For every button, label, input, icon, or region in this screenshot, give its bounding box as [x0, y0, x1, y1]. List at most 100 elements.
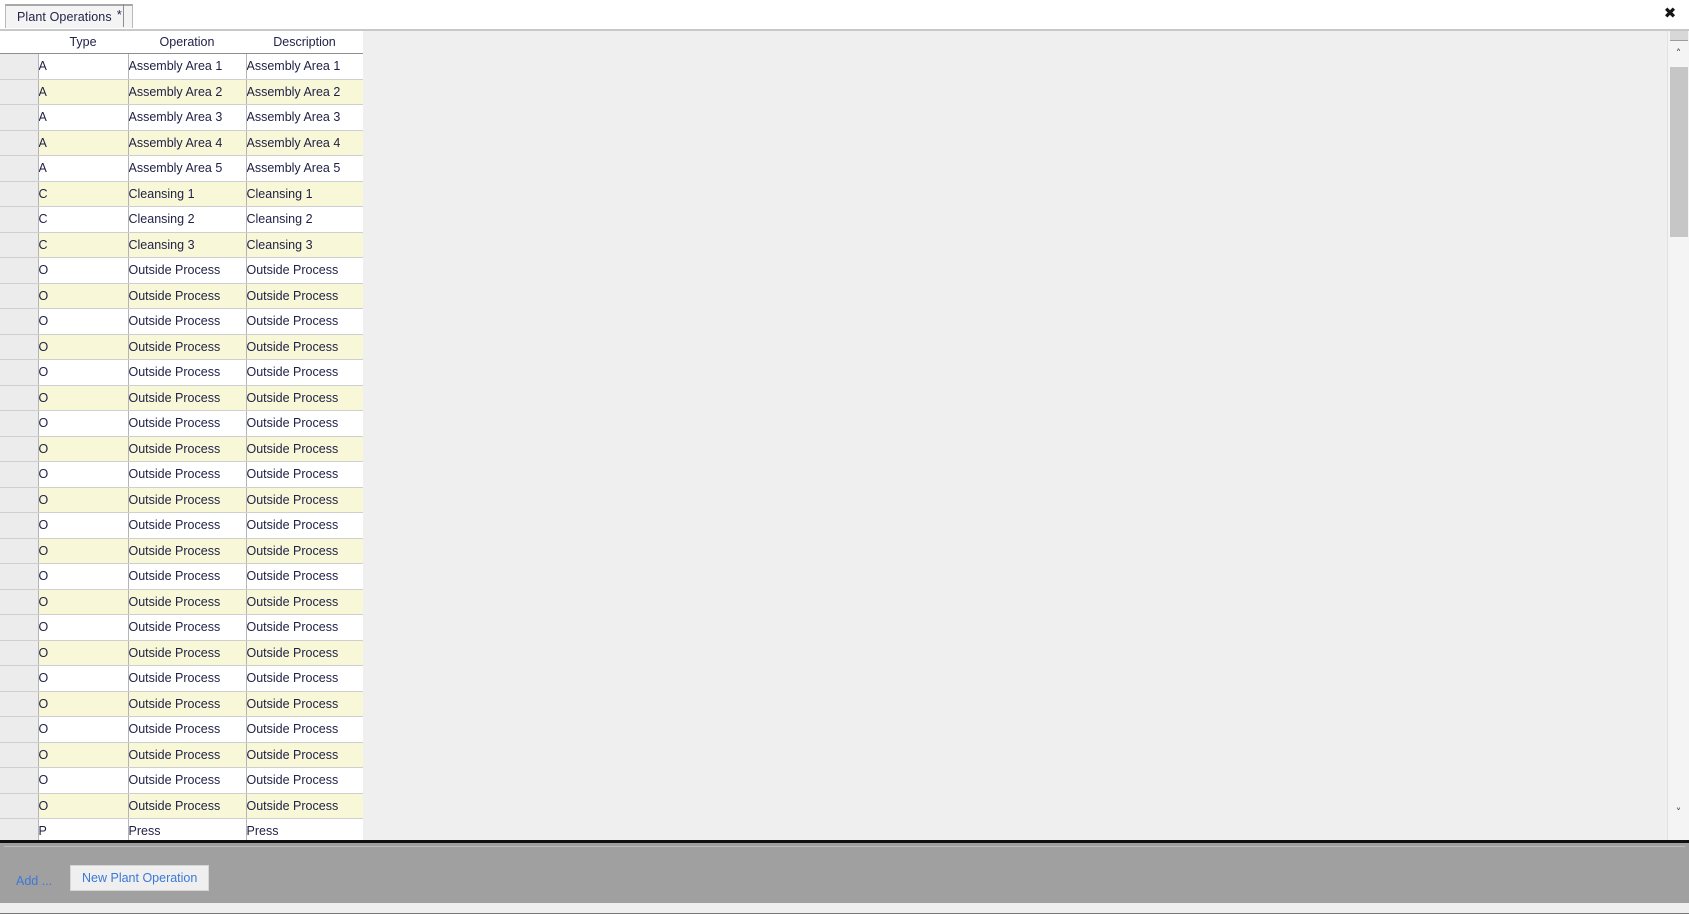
cell-operation[interactable]: Outside Process [128, 640, 247, 666]
row-selector-cell[interactable] [0, 691, 39, 717]
cell-description[interactable]: Outside Process [246, 512, 363, 539]
cell-description[interactable]: Outside Process [246, 308, 363, 335]
table-row[interactable]: O Outside Process Outside Process [0, 257, 363, 284]
row-selector-cell[interactable] [0, 334, 39, 360]
cell-description[interactable]: Outside Process [246, 665, 363, 692]
table-row[interactable]: O Outside Process Outside Process [0, 563, 363, 590]
cell-operation[interactable]: Outside Process [128, 716, 247, 743]
cell-description[interactable]: Cleansing 3 [246, 232, 363, 258]
cell-type[interactable]: C [38, 206, 129, 233]
cell-description[interactable]: Outside Process [246, 640, 363, 666]
cell-description[interactable]: Outside Process [246, 691, 363, 717]
row-selector-cell[interactable] [0, 512, 39, 539]
chevron-down-icon[interactable]: ˅ [1668, 802, 1689, 823]
row-selector-cell[interactable] [0, 410, 39, 437]
cell-type[interactable]: O [38, 793, 129, 819]
cell-operation[interactable]: Outside Process [128, 385, 247, 411]
row-selector-cell[interactable] [0, 487, 39, 513]
cell-description[interactable]: Outside Process [246, 461, 363, 488]
cell-type[interactable]: O [38, 691, 129, 717]
cell-operation[interactable]: Outside Process [128, 665, 247, 692]
table-row[interactable]: O Outside Process Outside Process [0, 436, 363, 462]
cell-operation[interactable]: Cleansing 2 [128, 206, 247, 233]
row-selector-cell[interactable] [0, 665, 39, 692]
cell-description[interactable]: Outside Process [246, 716, 363, 743]
cell-description[interactable]: Press [246, 818, 363, 840]
row-selector-cell[interactable] [0, 538, 39, 564]
row-selector-cell[interactable] [0, 818, 39, 840]
scrollbar-thumb[interactable] [1670, 67, 1688, 237]
row-selector-cell[interactable] [0, 155, 39, 182]
cell-type[interactable]: O [38, 614, 129, 641]
row-selector-cell[interactable] [0, 436, 39, 462]
row-selector-cell[interactable] [0, 742, 39, 768]
table-row[interactable]: O Outside Process Outside Process [0, 589, 363, 615]
cell-type[interactable]: A [38, 53, 129, 80]
table-row[interactable]: O Outside Process Outside Process [0, 359, 363, 386]
cell-operation[interactable]: Assembly Area 4 [128, 130, 247, 156]
cell-operation[interactable]: Outside Process [128, 487, 247, 513]
close-icon[interactable]: ✖ [1660, 3, 1680, 23]
row-selector-cell[interactable] [0, 563, 39, 590]
table-row[interactable]: O Outside Process Outside Process [0, 665, 363, 692]
cell-operation[interactable]: Outside Process [128, 538, 247, 564]
row-selector-cell[interactable] [0, 283, 39, 309]
table-row[interactable]: O Outside Process Outside Process [0, 691, 363, 717]
table-row[interactable]: O Outside Process Outside Process [0, 742, 363, 768]
cell-type[interactable]: A [38, 130, 129, 156]
cell-description[interactable]: Cleansing 2 [246, 206, 363, 233]
row-selector-cell[interactable] [0, 767, 39, 794]
table-row[interactable]: O Outside Process Outside Process [0, 767, 363, 794]
cell-type[interactable]: O [38, 461, 129, 488]
cell-operation[interactable]: Assembly Area 1 [128, 53, 247, 80]
row-selector-cell[interactable] [0, 793, 39, 819]
cell-operation[interactable]: Outside Process [128, 614, 247, 641]
row-selector-cell[interactable] [0, 640, 39, 666]
cell-type[interactable]: C [38, 181, 129, 207]
row-selector-cell[interactable] [0, 257, 39, 284]
table-row[interactable]: O Outside Process Outside Process [0, 461, 363, 488]
row-selector-cell[interactable] [0, 232, 39, 258]
cell-description[interactable]: Assembly Area 5 [246, 155, 363, 182]
cell-operation[interactable]: Outside Process [128, 308, 247, 335]
column-header-type[interactable]: Type [38, 31, 128, 54]
cell-operation[interactable]: Outside Process [128, 436, 247, 462]
cell-type[interactable]: O [38, 742, 129, 768]
table-row[interactable]: A Assembly Area 4 Assembly Area 4 [0, 130, 363, 156]
cell-type[interactable]: O [38, 563, 129, 590]
table-row[interactable]: C Cleansing 1 Cleansing 1 [0, 181, 363, 207]
cell-operation[interactable]: Outside Process [128, 359, 247, 386]
cell-operation[interactable]: Assembly Area 5 [128, 155, 247, 182]
table-row[interactable]: P Press Press [0, 818, 363, 840]
cell-description[interactable]: Outside Process [246, 334, 363, 360]
row-selector-cell[interactable] [0, 181, 39, 207]
cell-operation[interactable]: Outside Process [128, 767, 247, 794]
cell-operation[interactable]: Outside Process [128, 512, 247, 539]
cell-type[interactable]: O [38, 308, 129, 335]
row-selector-cell[interactable] [0, 308, 39, 335]
table-row[interactable]: A Assembly Area 3 Assembly Area 3 [0, 104, 363, 131]
table-row[interactable]: O Outside Process Outside Process [0, 334, 363, 360]
table-row[interactable]: O Outside Process Outside Process [0, 716, 363, 743]
table-row[interactable]: O Outside Process Outside Process [0, 614, 363, 641]
cell-type[interactable]: A [38, 79, 129, 105]
cell-type[interactable]: A [38, 104, 129, 131]
table-row[interactable]: C Cleansing 3 Cleansing 3 [0, 232, 363, 258]
cell-operation[interactable]: Outside Process [128, 461, 247, 488]
cell-description[interactable]: Outside Process [246, 283, 363, 309]
cell-description[interactable]: Assembly Area 2 [246, 79, 363, 105]
cell-description[interactable]: Outside Process [246, 257, 363, 284]
cell-type[interactable]: O [38, 716, 129, 743]
new-plant-operation-button[interactable]: New Plant Operation [70, 865, 210, 891]
cell-description[interactable]: Outside Process [246, 563, 363, 590]
row-selector-cell[interactable] [0, 53, 39, 80]
chevron-up-icon[interactable]: ˄ [1668, 43, 1689, 64]
cell-type[interactable]: O [38, 436, 129, 462]
cell-type[interactable]: O [38, 283, 129, 309]
cell-operation[interactable]: Outside Process [128, 589, 247, 615]
cell-type[interactable]: O [38, 589, 129, 615]
cell-type[interactable]: O [38, 640, 129, 666]
cell-operation[interactable]: Outside Process [128, 793, 247, 819]
row-selector-cell[interactable] [0, 359, 39, 386]
column-header-description[interactable]: Description [246, 31, 363, 54]
